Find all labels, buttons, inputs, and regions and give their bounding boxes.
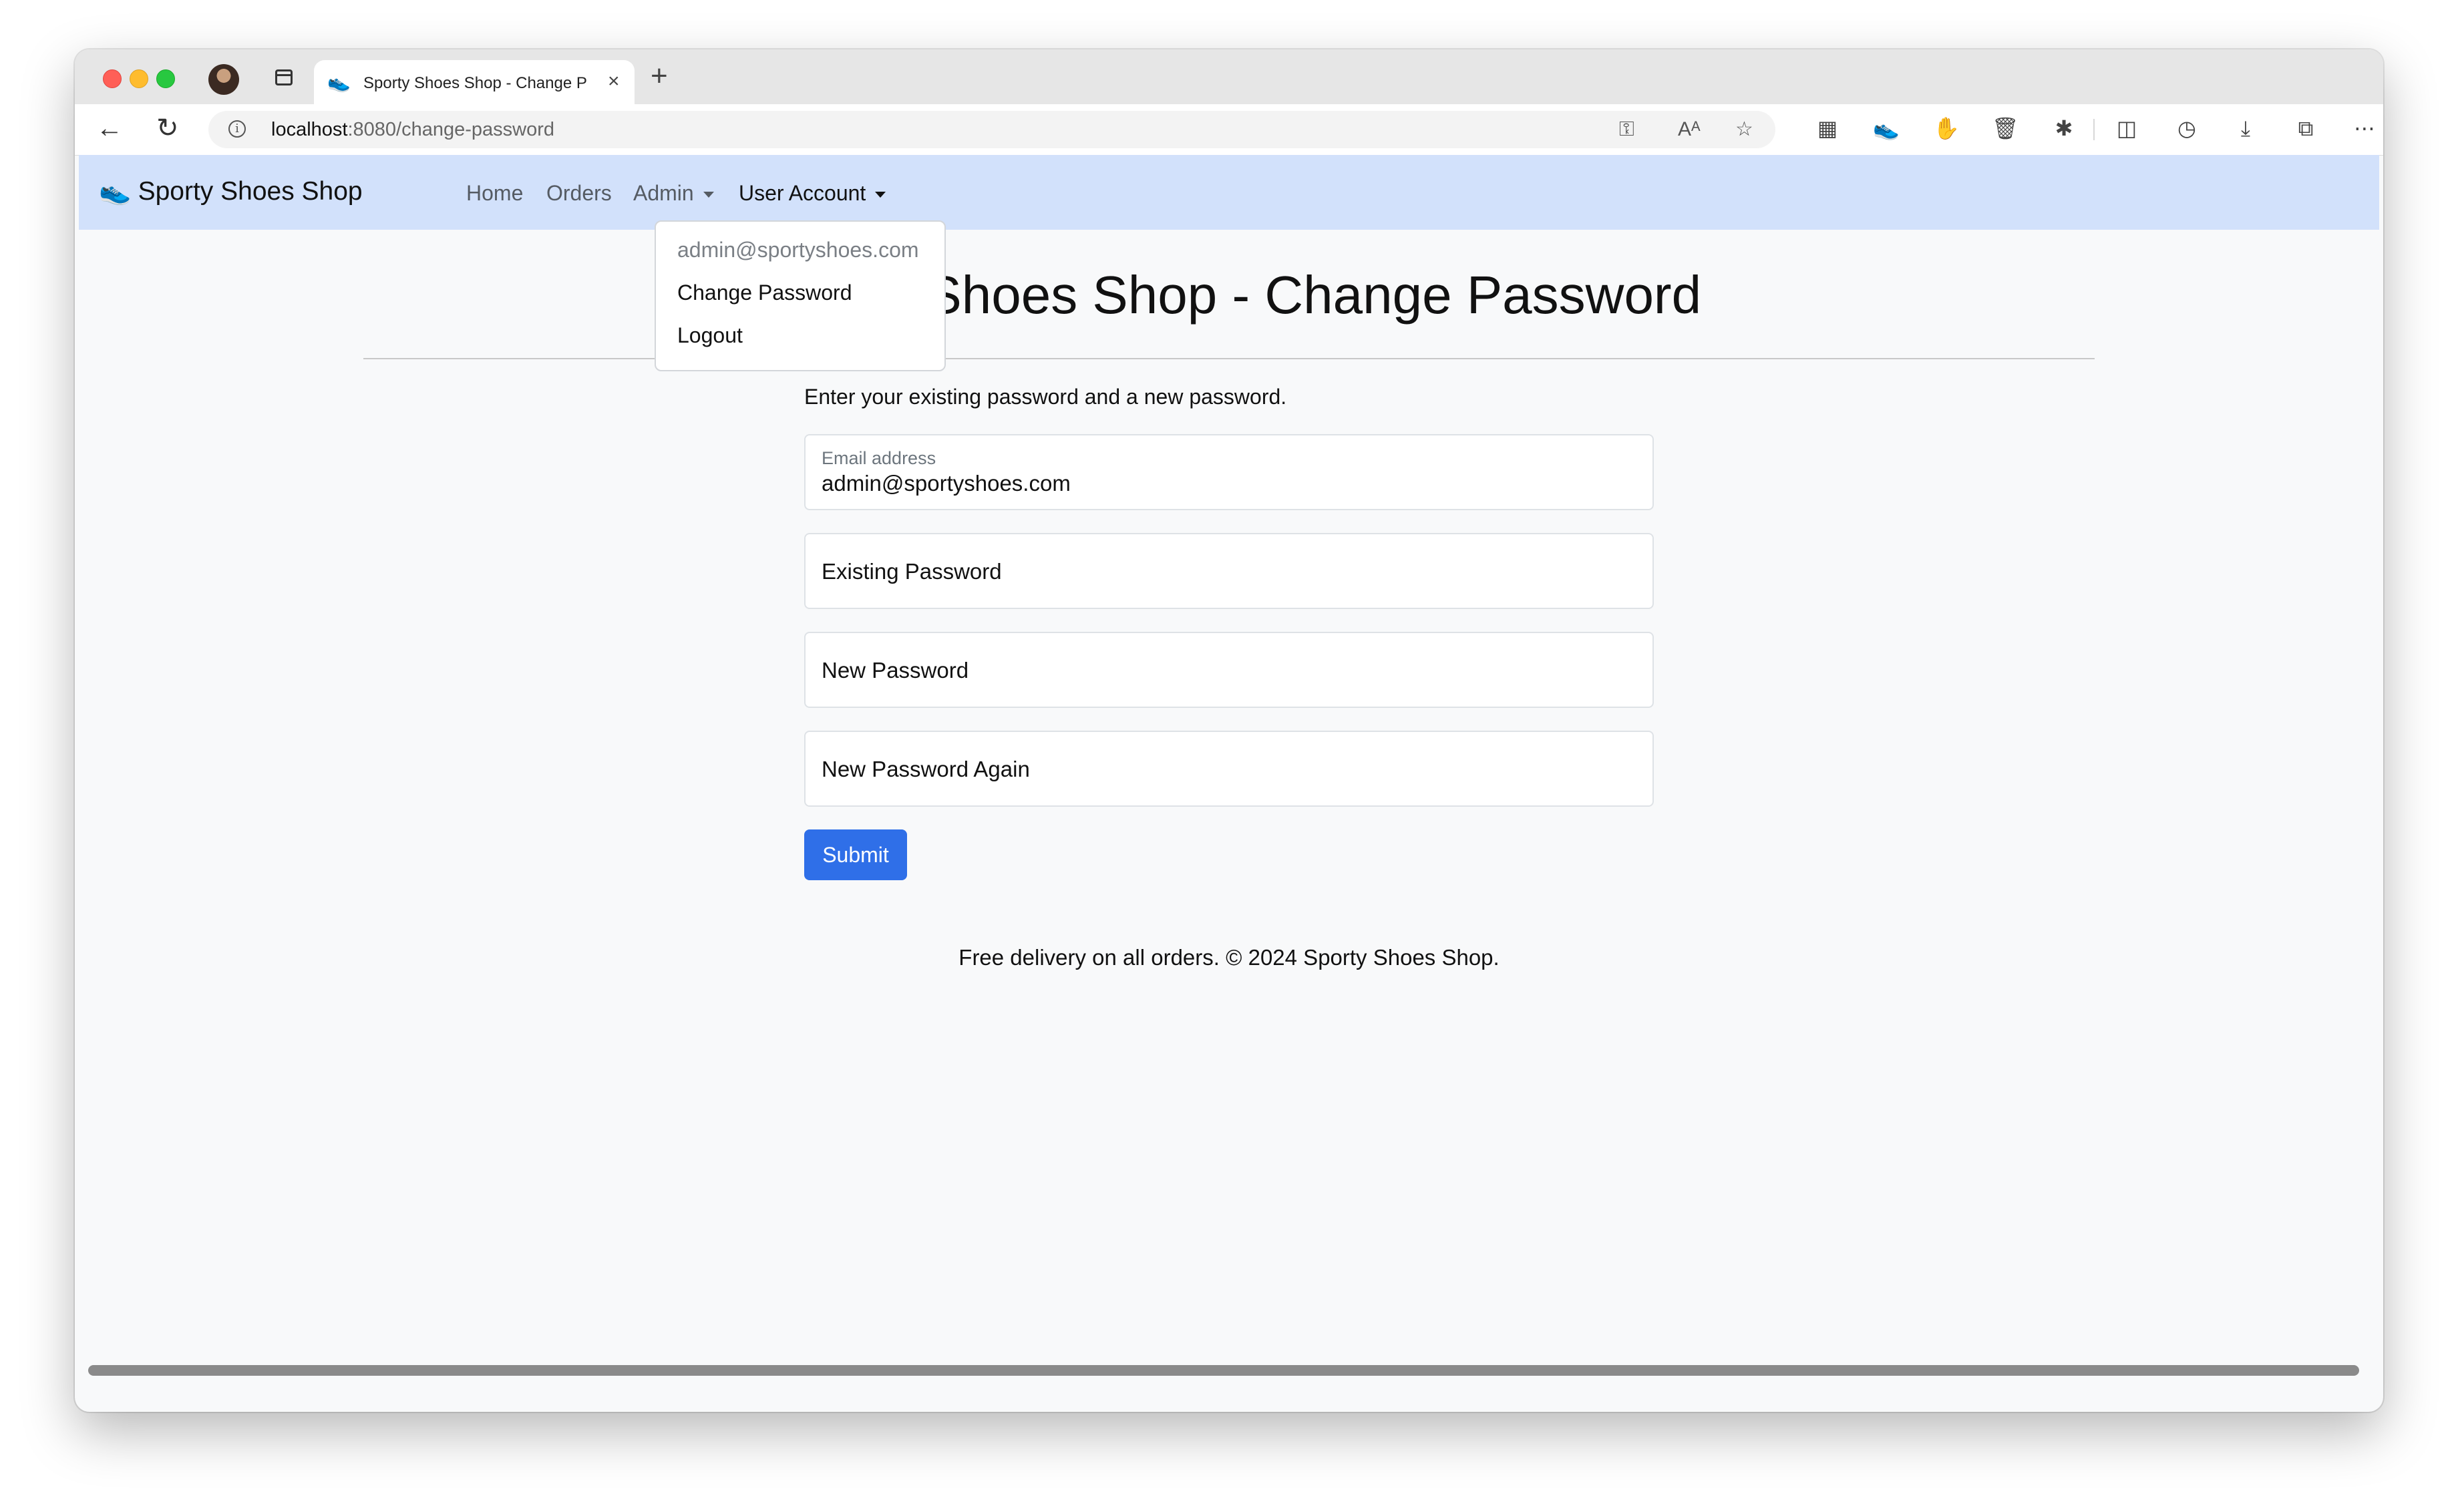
new-password-again-label: New Password Again <box>822 757 1030 781</box>
address-bar[interactable]: i localhost:8080/change-password ⚿ Aᴬ ☆ <box>208 111 1775 148</box>
existing-password-field[interactable]: Existing Password <box>804 533 1654 609</box>
tab-title: Sporty Shoes Shop - Change P <box>363 74 587 92</box>
page-title: Sporty Shoes Shop - Change Password <box>756 265 1702 325</box>
menu-item-change-password[interactable]: Change Password <box>677 279 852 306</box>
shoe-extension-icon[interactable]: 👟 <box>1873 116 1900 140</box>
new-password-field[interactable]: New Password <box>804 632 1654 708</box>
new-tab-button[interactable]: + <box>651 61 668 91</box>
caret-down-icon <box>703 192 714 198</box>
browser-window: 👟 Sporty Shoes Shop - Change P × + ← ↻ i… <box>75 49 2383 1412</box>
submit-button[interactable]: Submit <box>804 829 907 880</box>
back-arrow-icon[interactable]: ← <box>96 114 123 143</box>
site-info-icon[interactable]: i <box>228 120 246 138</box>
nav-admin-dropdown[interactable]: Admin <box>633 180 714 206</box>
caret-down-icon <box>875 192 886 198</box>
nav-orders-link[interactable]: Orders <box>546 180 612 206</box>
browser-toolbar: ← ↻ i localhost:8080/change-password ⚿ A… <box>75 104 2383 156</box>
download-icon[interactable]: ⤓ <box>2232 116 2259 140</box>
brand-link[interactable]: 👟 Sporty Shoes Shop <box>99 176 363 207</box>
tab-strip: 👟 Sporty Shoes Shop - Change P × + <box>75 49 2383 104</box>
horizontal-scrollbar[interactable] <box>88 1365 2359 1376</box>
new-password-again-field[interactable]: New Password Again <box>804 731 1654 807</box>
more-menu-icon[interactable]: ⋯ <box>2351 116 2378 140</box>
email-field-value: admin@sportyshoes.com <box>822 471 1071 496</box>
menu-item-logout[interactable]: Logout <box>677 322 743 349</box>
menu-user-email: admin@sportyshoes.com <box>677 238 919 262</box>
minimize-window-button[interactable] <box>130 69 148 88</box>
profile-avatar[interactable] <box>208 64 239 95</box>
favorite-star-icon[interactable]: ☆ <box>1735 119 1753 140</box>
shoe-logo-icon: 👟 <box>99 177 132 206</box>
nav-home-link[interactable]: Home <box>466 180 523 206</box>
intro-text: Enter your existing password and a new p… <box>804 385 1287 409</box>
close-window-button[interactable] <box>103 69 122 88</box>
reload-icon[interactable]: ↻ <box>156 114 179 143</box>
split-screen-icon[interactable]: ◫ <box>2113 116 2140 140</box>
user-account-menu: admin@sportyshoes.com Change Password Lo… <box>655 220 946 371</box>
key-icon[interactable]: ⚿ <box>1619 119 1634 140</box>
adblock-hand-icon[interactable]: ✋ <box>1933 116 1960 140</box>
maximize-window-button[interactable] <box>156 69 175 88</box>
email-field[interactable]: Email address admin@sportyshoes.com <box>804 434 1654 510</box>
screenshot-icon[interactable]: ⧉ <box>2292 116 2319 140</box>
history-icon[interactable]: ◷ <box>2173 116 2200 140</box>
shoe-icon: 👟 <box>327 71 351 92</box>
read-aloud-icon[interactable]: Aᴬ <box>1678 119 1701 140</box>
nav-user-account-dropdown[interactable]: User Account <box>739 180 886 206</box>
trash-icon[interactable]: 🗑 <box>1992 116 2019 140</box>
extensions-puzzle-icon[interactable]: ✱ <box>2051 116 2077 140</box>
new-password-label: New Password <box>822 658 969 683</box>
footer-text: Free delivery on all orders. © 2024 Spor… <box>958 945 1500 970</box>
toolbar-divider <box>2093 119 2095 140</box>
qr-code-icon[interactable]: ▦ <box>1814 116 1841 140</box>
email-field-label: Email address <box>822 448 936 468</box>
tab-actions-icon[interactable] <box>275 69 293 85</box>
existing-password-label: Existing Password <box>822 559 1002 584</box>
tab-close-icon[interactable]: × <box>608 71 620 92</box>
site-navbar: 👟 Sporty Shoes Shop Home Orders Admin Use… <box>79 155 2379 230</box>
browser-tab[interactable]: 👟 Sporty Shoes Shop - Change P × <box>314 60 635 104</box>
url-text[interactable]: localhost:8080/change-password <box>271 119 554 140</box>
title-divider <box>363 358 2095 359</box>
